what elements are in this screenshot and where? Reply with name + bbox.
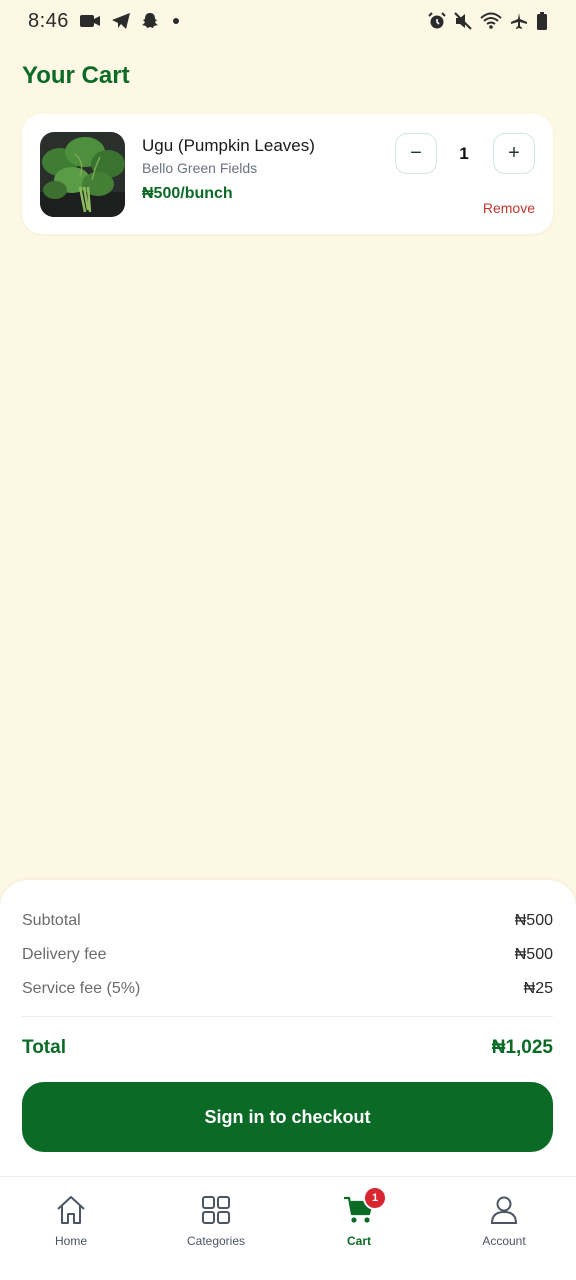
nav-account-label: Account: [482, 1234, 526, 1248]
product-price: ₦500/bunch: [142, 185, 233, 202]
remove-item-button[interactable]: Remove: [483, 200, 535, 216]
notification-dot-icon: [172, 18, 179, 24]
total-value: ₦1,025: [491, 1037, 553, 1058]
cart-icon: [343, 1196, 375, 1228]
status-right: [428, 12, 548, 30]
order-summary-panel: Subtotal ₦500 Delivery fee ₦500 Service …: [0, 880, 576, 1180]
sign-in-checkout-button[interactable]: Sign in to checkout: [22, 1082, 553, 1152]
subtotal-value: ₦500: [514, 912, 553, 929]
nav-home[interactable]: Home: [16, 1195, 126, 1248]
nav-cart[interactable]: 1 Cart: [304, 1186, 414, 1248]
telegram-icon: [111, 12, 131, 30]
summary-divider: [22, 1016, 553, 1017]
cart-item-card: Ugu (Pumpkin Leaves) Bello Green Fields …: [22, 114, 553, 234]
nav-categories-label: Categories: [186, 1234, 246, 1248]
status-time: 8:46: [28, 9, 69, 32]
product-farm: Bello Green Fields: [142, 160, 258, 176]
product-image[interactable]: [40, 132, 125, 217]
home-icon: [55, 1195, 87, 1228]
nav-home-label: Home: [54, 1234, 87, 1248]
total-label: Total: [22, 1037, 66, 1058]
airplane-icon: [510, 12, 528, 30]
video-call-icon: [79, 13, 101, 29]
cart-count-badge: 1: [363, 1186, 387, 1210]
battery-icon: [536, 12, 548, 30]
decrease-quantity-button[interactable]: −: [395, 133, 437, 174]
increase-quantity-button[interactable]: +: [493, 133, 535, 174]
delivery-fee-value: ₦500: [514, 946, 553, 963]
nav-cart-label: Cart: [346, 1234, 371, 1248]
page-title: Your Cart: [22, 62, 130, 89]
product-name[interactable]: Ugu (Pumpkin Leaves): [142, 136, 315, 156]
quantity-value: 1: [459, 144, 469, 163]
alarm-icon: [428, 12, 446, 30]
grid-icon: [201, 1195, 231, 1228]
user-icon: [489, 1195, 519, 1228]
service-fee-row: Service fee (5%) ₦25: [22, 980, 553, 998]
subtotal-label: Subtotal: [22, 912, 81, 929]
snapchat-icon: [141, 12, 159, 30]
total-row: Total ₦1,025: [22, 1037, 553, 1059]
delivery-fee-row: Delivery fee ₦500: [22, 946, 553, 964]
mute-icon: [454, 12, 472, 30]
bottom-navigation: Home Categories 1 Cart Account: [0, 1176, 576, 1280]
delivery-fee-label: Delivery fee: [22, 946, 107, 963]
service-fee-label: Service fee (5%): [22, 980, 141, 997]
status-bar: 8:46: [0, 0, 576, 42]
cart-icon-wrap: 1: [343, 1186, 387, 1228]
subtotal-row: Subtotal ₦500: [22, 912, 553, 930]
service-fee-value: ₦25: [523, 980, 553, 997]
wifi-icon: [480, 12, 502, 30]
nav-account[interactable]: Account: [449, 1195, 559, 1248]
status-left: 8:46: [28, 10, 179, 33]
nav-categories[interactable]: Categories: [161, 1195, 271, 1248]
